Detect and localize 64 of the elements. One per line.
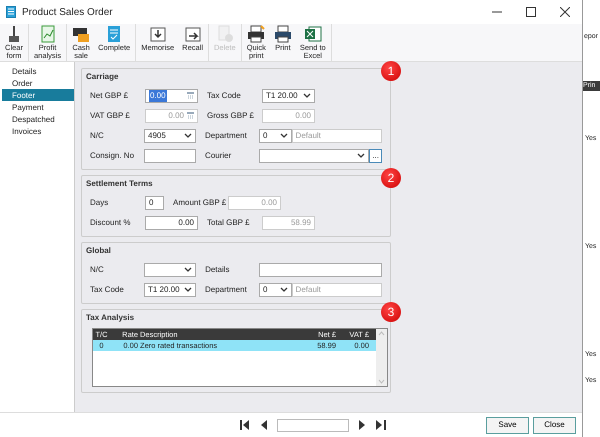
chevron-down-icon bbox=[280, 287, 288, 293]
chevron-down-icon bbox=[303, 93, 311, 99]
step-badge: 3 bbox=[381, 302, 401, 322]
field-label: VAT GBP £ bbox=[90, 110, 131, 122]
sidebar-item[interactable]: Invoices bbox=[0, 125, 74, 137]
chevron-down-icon bbox=[184, 287, 192, 293]
sidebar-item[interactable]: Footer bbox=[2, 89, 74, 101]
text-field[interactable] bbox=[144, 149, 196, 163]
field-label: Gross GBP £ bbox=[207, 110, 255, 122]
dropdown[interactable] bbox=[144, 263, 196, 277]
chevron-down-icon bbox=[184, 267, 192, 273]
first-record-icon[interactable] bbox=[240, 420, 250, 430]
cash-icon bbox=[72, 25, 90, 43]
section-title: Carriage bbox=[86, 71, 120, 83]
dropdown[interactable]: T1 20.00 bbox=[262, 89, 315, 103]
scrollbar[interactable] bbox=[376, 329, 387, 386]
sidebar-item[interactable]: Details bbox=[0, 65, 74, 77]
field-label: Total GBP £ bbox=[207, 217, 251, 229]
text-field[interactable] bbox=[259, 263, 382, 277]
close-icon[interactable] bbox=[560, 7, 570, 17]
chevron-down-icon bbox=[184, 133, 192, 139]
dropdown[interactable] bbox=[259, 149, 370, 163]
maximize-icon[interactable] bbox=[526, 7, 536, 17]
section-title: Settlement Terms bbox=[86, 178, 154, 190]
record-field[interactable] bbox=[277, 418, 349, 432]
sidebar-item[interactable]: Order bbox=[0, 77, 74, 89]
field-label: Amount GBP £ bbox=[173, 197, 228, 209]
section-title: Tax Analysis bbox=[86, 312, 136, 324]
ellipsis-button[interactable]: ... bbox=[369, 149, 382, 163]
field-label: Consign. No bbox=[90, 150, 136, 162]
dialog-button[interactable]: Close bbox=[533, 416, 576, 434]
number-field[interactable]: 0.00 bbox=[145, 89, 198, 103]
field-label: Tax Code bbox=[90, 284, 125, 296]
last-record-icon[interactable] bbox=[376, 420, 386, 430]
number-field[interactable]: 0 bbox=[145, 196, 164, 210]
section-title: Global bbox=[86, 245, 112, 257]
sidebar-item[interactable]: Payment bbox=[0, 101, 74, 113]
field-label: Courier bbox=[205, 150, 232, 162]
dropdown[interactable]: 4905 bbox=[144, 129, 196, 143]
dropdown[interactable]: 0 bbox=[259, 129, 292, 143]
calculator-icon[interactable] bbox=[187, 92, 194, 100]
previous-record-icon[interactable] bbox=[260, 420, 267, 430]
field-label: N/C bbox=[90, 130, 105, 142]
dropdown[interactable]: 0 bbox=[259, 283, 292, 297]
step-badge: 1 bbox=[381, 61, 401, 81]
field-label: Details bbox=[205, 264, 231, 276]
window-title: Product Sales Order bbox=[22, 6, 113, 20]
app-icon bbox=[6, 6, 16, 18]
dropdown[interactable]: T1 20.00 bbox=[144, 283, 196, 297]
chevron-down-icon bbox=[357, 153, 366, 159]
sidebar-item[interactable]: Despatched bbox=[0, 113, 74, 125]
dialog-button[interactable]: Save bbox=[486, 416, 529, 434]
field-label: Department bbox=[205, 284, 248, 296]
chart-icon bbox=[38, 25, 57, 43]
field-label: Department bbox=[205, 130, 248, 142]
chevron-down-icon bbox=[280, 133, 288, 139]
field-label: Discount % bbox=[90, 217, 132, 229]
step-badge: 2 bbox=[381, 168, 401, 188]
next-record-icon[interactable] bbox=[359, 420, 366, 430]
field-label: Net GBP £ bbox=[90, 90, 130, 102]
field-label: Tax Code bbox=[207, 90, 242, 102]
field-label: N/C bbox=[90, 264, 105, 276]
number-field[interactable]: 0.00 bbox=[145, 216, 198, 230]
field-label: Days bbox=[90, 197, 110, 209]
